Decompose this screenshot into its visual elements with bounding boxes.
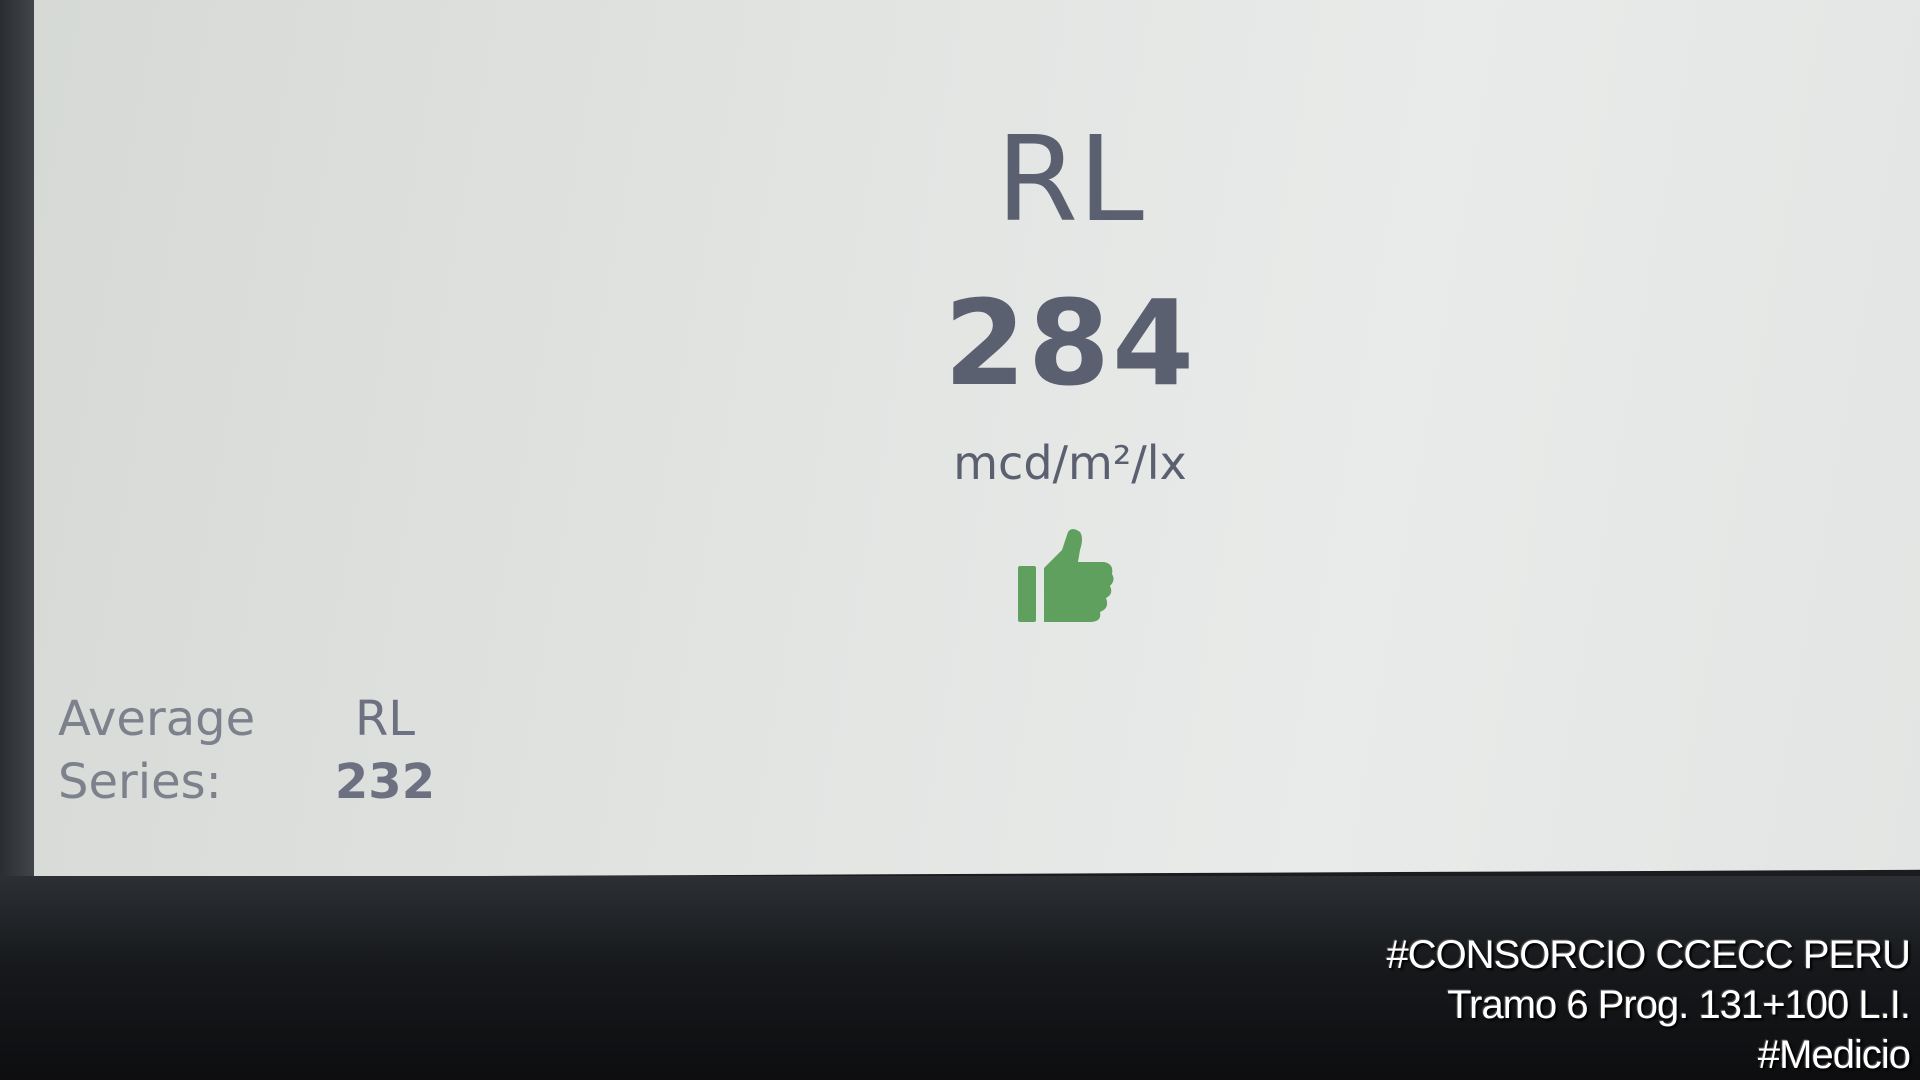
- average-value: 232: [334, 754, 436, 810]
- measurement-value: 284: [943, 274, 1197, 412]
- thumbs-up-icon: [1018, 529, 1114, 622]
- series-label: Series:: [58, 754, 222, 810]
- average-label: Average: [58, 691, 256, 747]
- caption-line-3: #Medicio: [1757, 1033, 1911, 1077]
- average-series-label: Average Series:: [58, 688, 255, 814]
- average-series-value: RL 232: [330, 688, 440, 814]
- parameter-label: RL: [996, 110, 1144, 248]
- measurement-unit: mcd/m²/lx: [953, 436, 1187, 490]
- average-parameter: RL: [354, 691, 416, 747]
- caption-line-1: #CONSORCIO CCECC PERU: [1386, 933, 1911, 977]
- caption-line-2: Tramo 6 Prog. 131+100 L.I.: [1447, 983, 1911, 1027]
- photo-caption: #CONSORCIO CCECC PERU Tramo 6 Prog. 131+…: [1386, 930, 1911, 1080]
